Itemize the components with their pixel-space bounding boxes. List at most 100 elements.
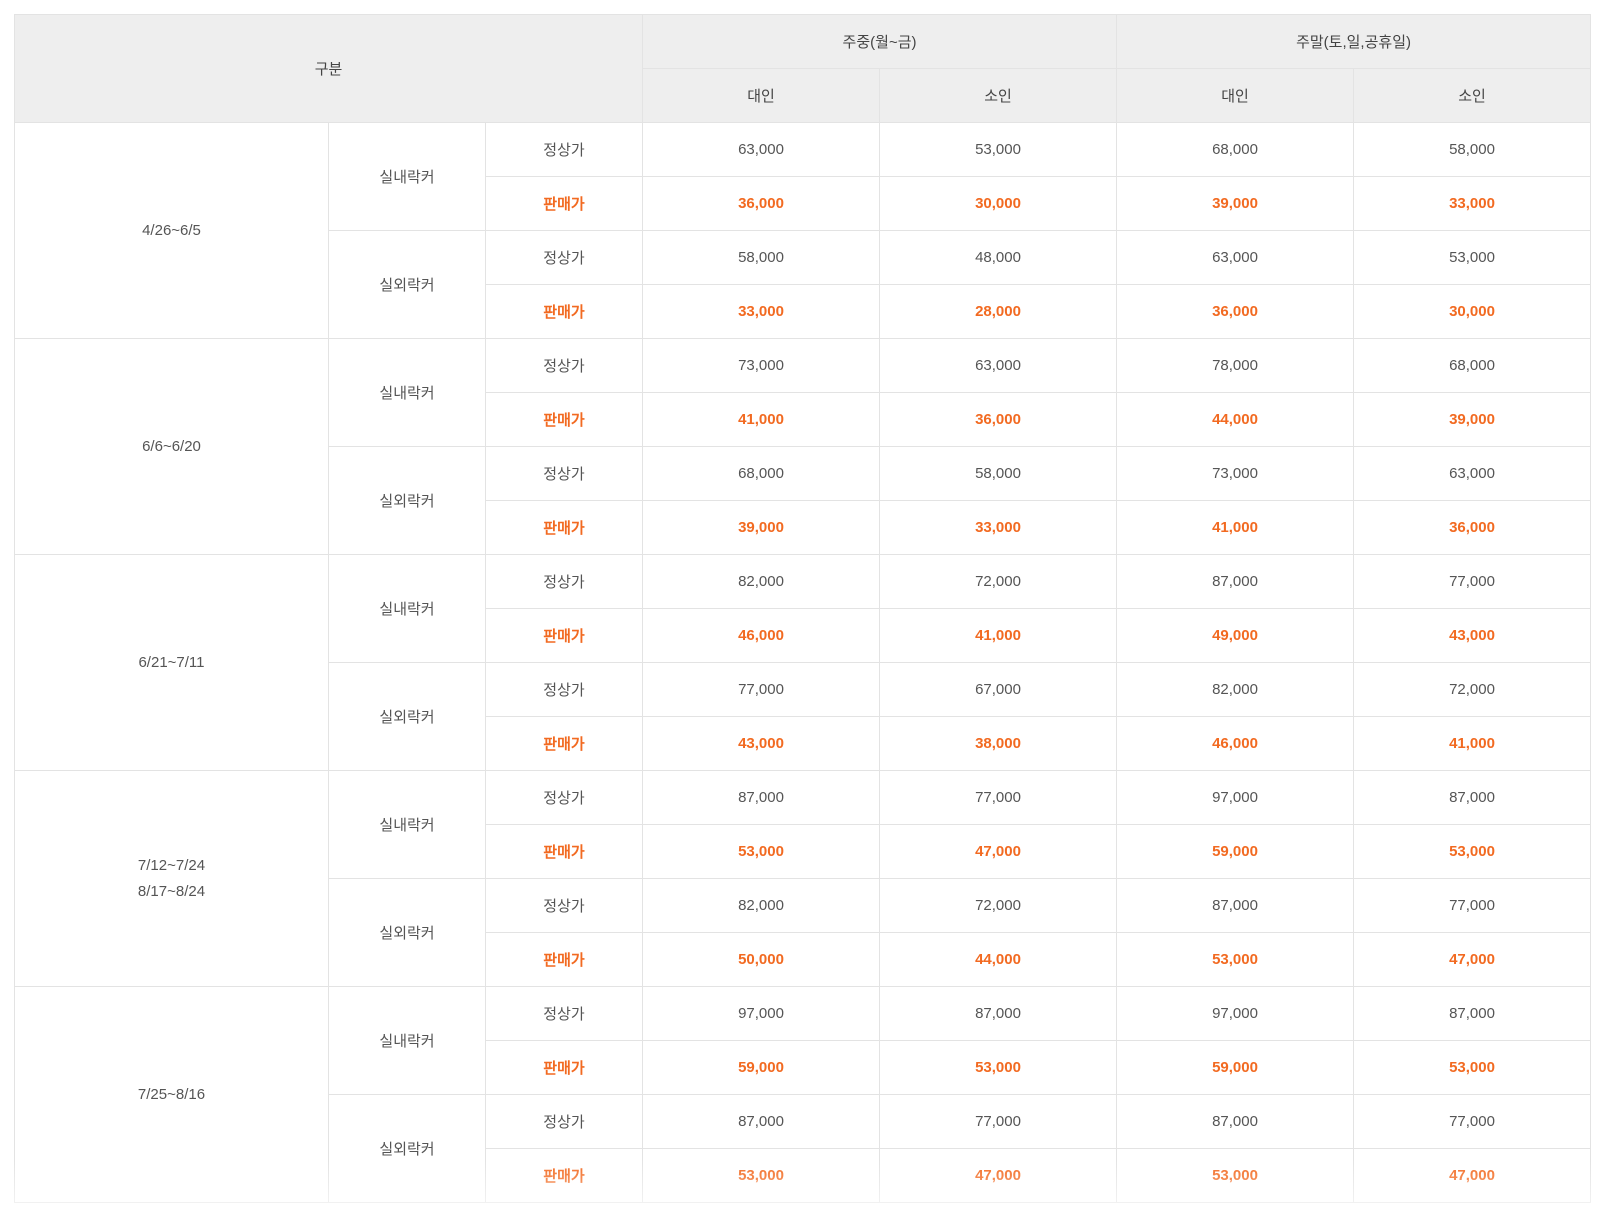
weekend-adult-sale-price: 36,000 — [1116, 284, 1355, 339]
table-row: 7/12~7/24 8/17~8/24 실내락커 정상가 87,000 77,000 97,… — [14, 770, 1592, 987]
weekday-child-regular-price: 77,000 — [879, 770, 1118, 825]
weekday-child-regular-price: 63,000 — [879, 338, 1118, 393]
regular-price-label: 정상가 — [484, 230, 644, 285]
weekday-child-header: 소인 — [879, 68, 1118, 123]
weekday-child-regular-price: 87,000 — [879, 986, 1118, 1041]
table-row: 6/6~6/20 실내락커 정상가 73,000 63,000 78,000 68,000 — [14, 338, 1592, 555]
weekend-child-regular-price: 72,000 — [1353, 662, 1592, 717]
outdoor-locker-label: 실외락커 — [328, 230, 486, 339]
regular-price-label: 정상가 — [484, 770, 644, 825]
table-row: 4/26~6/5 실내락커 정상가 63,000 53,000 68,000 58,000 — [14, 122, 1592, 339]
regular-price-label: 정상가 — [484, 338, 644, 393]
weekday-adult-sale-price: 53,000 — [642, 824, 881, 879]
regular-price-label: 정상가 — [484, 662, 644, 717]
weekend-child-regular-price: 58,000 — [1353, 122, 1592, 177]
weekend-child-sale-price: 33,000 — [1353, 176, 1592, 231]
regular-price-label: 정상가 — [484, 446, 644, 501]
weekday-adult-sale-price: 53,000 — [642, 1148, 881, 1203]
period-cell: 4/26~6/5 — [14, 122, 329, 339]
category-header: 구분 — [13, 14, 644, 123]
period-label: 6/6~6/20 — [142, 437, 201, 455]
weekday-adult-sale-price: 41,000 — [642, 392, 881, 447]
table-header: 구분 주중(월~금) 주말(토,일,공휴일) 대인 소인 대인 소인 — [13, 14, 1592, 123]
weekday-adult-regular-price: 82,000 — [642, 878, 881, 933]
weekend-adult-sale-price: 39,000 — [1116, 176, 1355, 231]
weekend-child-sale-price: 41,000 — [1353, 716, 1592, 771]
weekday-adult-sale-price: 50,000 — [642, 932, 881, 987]
weekend-adult-sale-price: 53,000 — [1116, 1148, 1355, 1203]
outdoor-locker-label: 실외락커 — [328, 662, 486, 771]
weekday-child-regular-price: 67,000 — [879, 662, 1118, 717]
regular-price-label: 정상가 — [484, 1094, 644, 1149]
indoor-locker-label: 실내락커 — [328, 122, 486, 231]
weekend-child-sale-price: 36,000 — [1353, 500, 1592, 555]
regular-price-label: 정상가 — [484, 122, 644, 177]
indoor-locker-label: 실내락커 — [328, 554, 486, 663]
weekday-adult-regular-price: 58,000 — [642, 230, 881, 285]
weekday-child-sale-price: 36,000 — [879, 392, 1118, 447]
weekday-child-regular-price: 53,000 — [879, 122, 1118, 177]
table-row: 7/25~8/16 실내락커 정상가 97,000 87,000 97,000 87,000 — [14, 986, 1592, 1203]
weekend-adult-sale-price: 44,000 — [1116, 392, 1355, 447]
weekend-adult-regular-price: 68,000 — [1116, 122, 1355, 177]
weekday-adult-sale-price: 59,000 — [642, 1040, 881, 1095]
weekday-adult-sale-price: 33,000 — [642, 284, 881, 339]
weekend-adult-sale-price: 53,000 — [1116, 932, 1355, 987]
weekday-child-regular-price: 72,000 — [879, 878, 1118, 933]
weekday-child-sale-price: 30,000 — [879, 176, 1118, 231]
weekend-adult-regular-price: 82,000 — [1116, 662, 1355, 717]
weekend-header: 주말(토,일,공휴일) — [1116, 14, 1592, 69]
weekday-child-sale-price: 38,000 — [879, 716, 1118, 771]
weekday-adult-sale-price: 36,000 — [642, 176, 881, 231]
period-label: 4/26~6/5 — [142, 221, 201, 239]
sale-price-label: 판매가 — [484, 932, 644, 987]
weekend-child-regular-price: 68,000 — [1353, 338, 1592, 393]
locker-price-table: 구분 주중(월~금) 주말(토,일,공휴일) 대인 소인 대인 소인 4/26~… — [13, 14, 1592, 1203]
weekend-adult-regular-price: 87,000 — [1116, 1094, 1355, 1149]
weekday-child-sale-price: 44,000 — [879, 932, 1118, 987]
weekend-adult-regular-price: 97,000 — [1116, 770, 1355, 825]
weekend-child-regular-price: 77,000 — [1353, 1094, 1592, 1149]
outdoor-locker-label: 실외락커 — [328, 1094, 486, 1203]
sale-price-label: 판매가 — [484, 176, 644, 231]
period-label: 6/21~7/11 — [138, 653, 205, 671]
weekend-adult-regular-price: 87,000 — [1116, 554, 1355, 609]
weekend-adult-sale-price: 59,000 — [1116, 824, 1355, 879]
weekend-adult-sale-price: 59,000 — [1116, 1040, 1355, 1095]
regular-price-label: 정상가 — [484, 554, 644, 609]
weekday-adult-regular-price: 82,000 — [642, 554, 881, 609]
table-row: 6/21~7/11 실내락커 정상가 82,000 72,000 87,000 77,000 — [14, 554, 1592, 771]
indoor-locker-label: 실내락커 — [328, 986, 486, 1095]
weekend-child-regular-price: 63,000 — [1353, 446, 1592, 501]
weekend-adult-regular-price: 73,000 — [1116, 446, 1355, 501]
weekend-child-regular-price: 87,000 — [1353, 986, 1592, 1041]
regular-price-label: 정상가 — [484, 986, 644, 1041]
weekend-child-sale-price: 43,000 — [1353, 608, 1592, 663]
period-label: 8/17~8/24 — [137, 882, 206, 900]
weekday-header: 주중(월~금) — [642, 14, 1118, 69]
weekday-adult-regular-price: 68,000 — [642, 446, 881, 501]
period-cell: 6/6~6/20 — [14, 338, 329, 555]
weekday-child-sale-price: 47,000 — [879, 824, 1118, 879]
weekend-adult-regular-price: 63,000 — [1116, 230, 1355, 285]
weekend-child-header: 소인 — [1353, 68, 1592, 123]
weekend-child-sale-price: 53,000 — [1353, 1040, 1592, 1095]
outdoor-locker-label: 실외락커 — [328, 446, 486, 555]
weekday-adult-regular-price: 77,000 — [642, 662, 881, 717]
indoor-locker-label: 실내락커 — [328, 338, 486, 447]
weekday-adult-header: 대인 — [642, 68, 881, 123]
table-body: 4/26~6/5 실내락커 정상가 63,000 53,000 68,000 58,000 판… — [14, 122, 1592, 1203]
weekday-adult-regular-price: 73,000 — [642, 338, 881, 393]
weekend-adult-regular-price: 97,000 — [1116, 986, 1355, 1041]
sale-price-label: 판매가 — [484, 824, 644, 879]
period-cell: 6/21~7/11 — [14, 554, 329, 771]
outdoor-locker-label: 실외락커 — [328, 878, 486, 987]
weekday-adult-sale-price: 46,000 — [642, 608, 881, 663]
weekday-adult-regular-price: 87,000 — [642, 1094, 881, 1149]
sale-price-label: 판매가 — [484, 392, 644, 447]
price-table-container: 구분 주중(월~금) 주말(토,일,공휴일) 대인 소인 대인 소인 4/26~… — [13, 14, 1592, 1203]
weekend-child-sale-price: 39,000 — [1353, 392, 1592, 447]
weekday-adult-regular-price: 87,000 — [642, 770, 881, 825]
weekend-child-sale-price: 47,000 — [1353, 932, 1592, 987]
weekend-adult-sale-price: 46,000 — [1116, 716, 1355, 771]
